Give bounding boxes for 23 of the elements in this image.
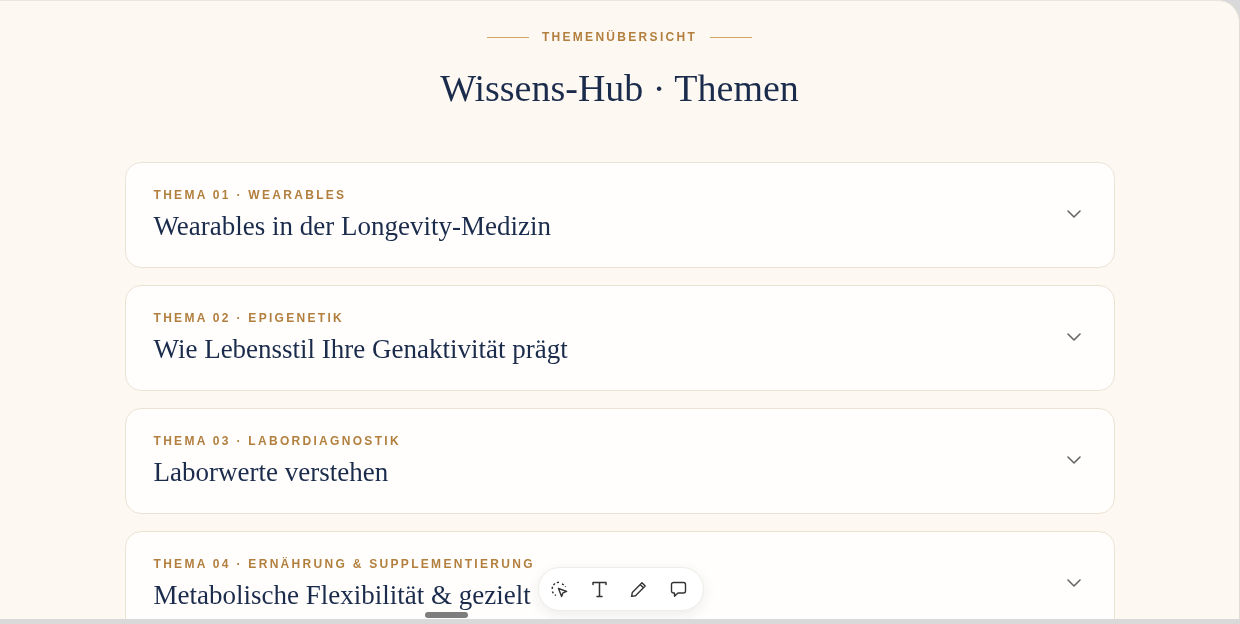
- topic-title: Laborwerte verstehen: [153, 457, 390, 487]
- topic-card[interactable]: THEMA 01 · WEARABLES Wearables in der Longevity-Medizin: [124, 162, 1115, 268]
- topic-title: Metabolische Flexibilität & gezielt: [153, 580, 532, 610]
- text-icon[interactable]: [590, 580, 608, 598]
- chevron-icon[interactable]: [1066, 456, 1081, 464]
- drag-handle[interactable]: [425, 612, 468, 618]
- topic-label: THEMA 03 · LABORDIAGNOSTIK: [153, 433, 401, 449]
- chevron-icon[interactable]: [1066, 579, 1081, 587]
- chevron-icon[interactable]: [1066, 210, 1081, 218]
- topic-card[interactable]: THEMA 04 · ERNÄHRUNG & SUPPLEMENTIERUNG Metabolische Flexibilität & gezielt: [124, 531, 1115, 619]
- pencil-icon[interactable]: [630, 580, 648, 598]
- chevron-icon[interactable]: [1066, 333, 1081, 341]
- topic-title: Wearables in der Longevity-Medizin: [153, 211, 551, 241]
- page-title: Wissens-Hub · Themen: [440, 66, 799, 111]
- topic-label: THEMA 02 · EPIGENETIK: [153, 310, 346, 326]
- topic-label: THEMA 01 · WEARABLES: [153, 187, 348, 203]
- topic-card[interactable]: THEMA 03 · LABORDIAGNOSTIK Laborwerte verstehen: [124, 408, 1115, 514]
- section-eyebrow: THEMENÜBERSICHT: [541, 29, 698, 45]
- topic-label: THEMA 04 · ERNÄHRUNG & SUPPLEMENTIERUNG: [153, 556, 535, 572]
- comment-icon[interactable]: [669, 580, 687, 598]
- topic-card[interactable]: THEMA 02 · EPIGENETIK Wie Lebensstil Ihre Genaktivität prägt: [124, 285, 1115, 391]
- selection-cursor-icon[interactable]: [551, 580, 568, 598]
- topic-title: Wie Lebensstil Ihre Genaktivität prägt: [153, 334, 568, 364]
